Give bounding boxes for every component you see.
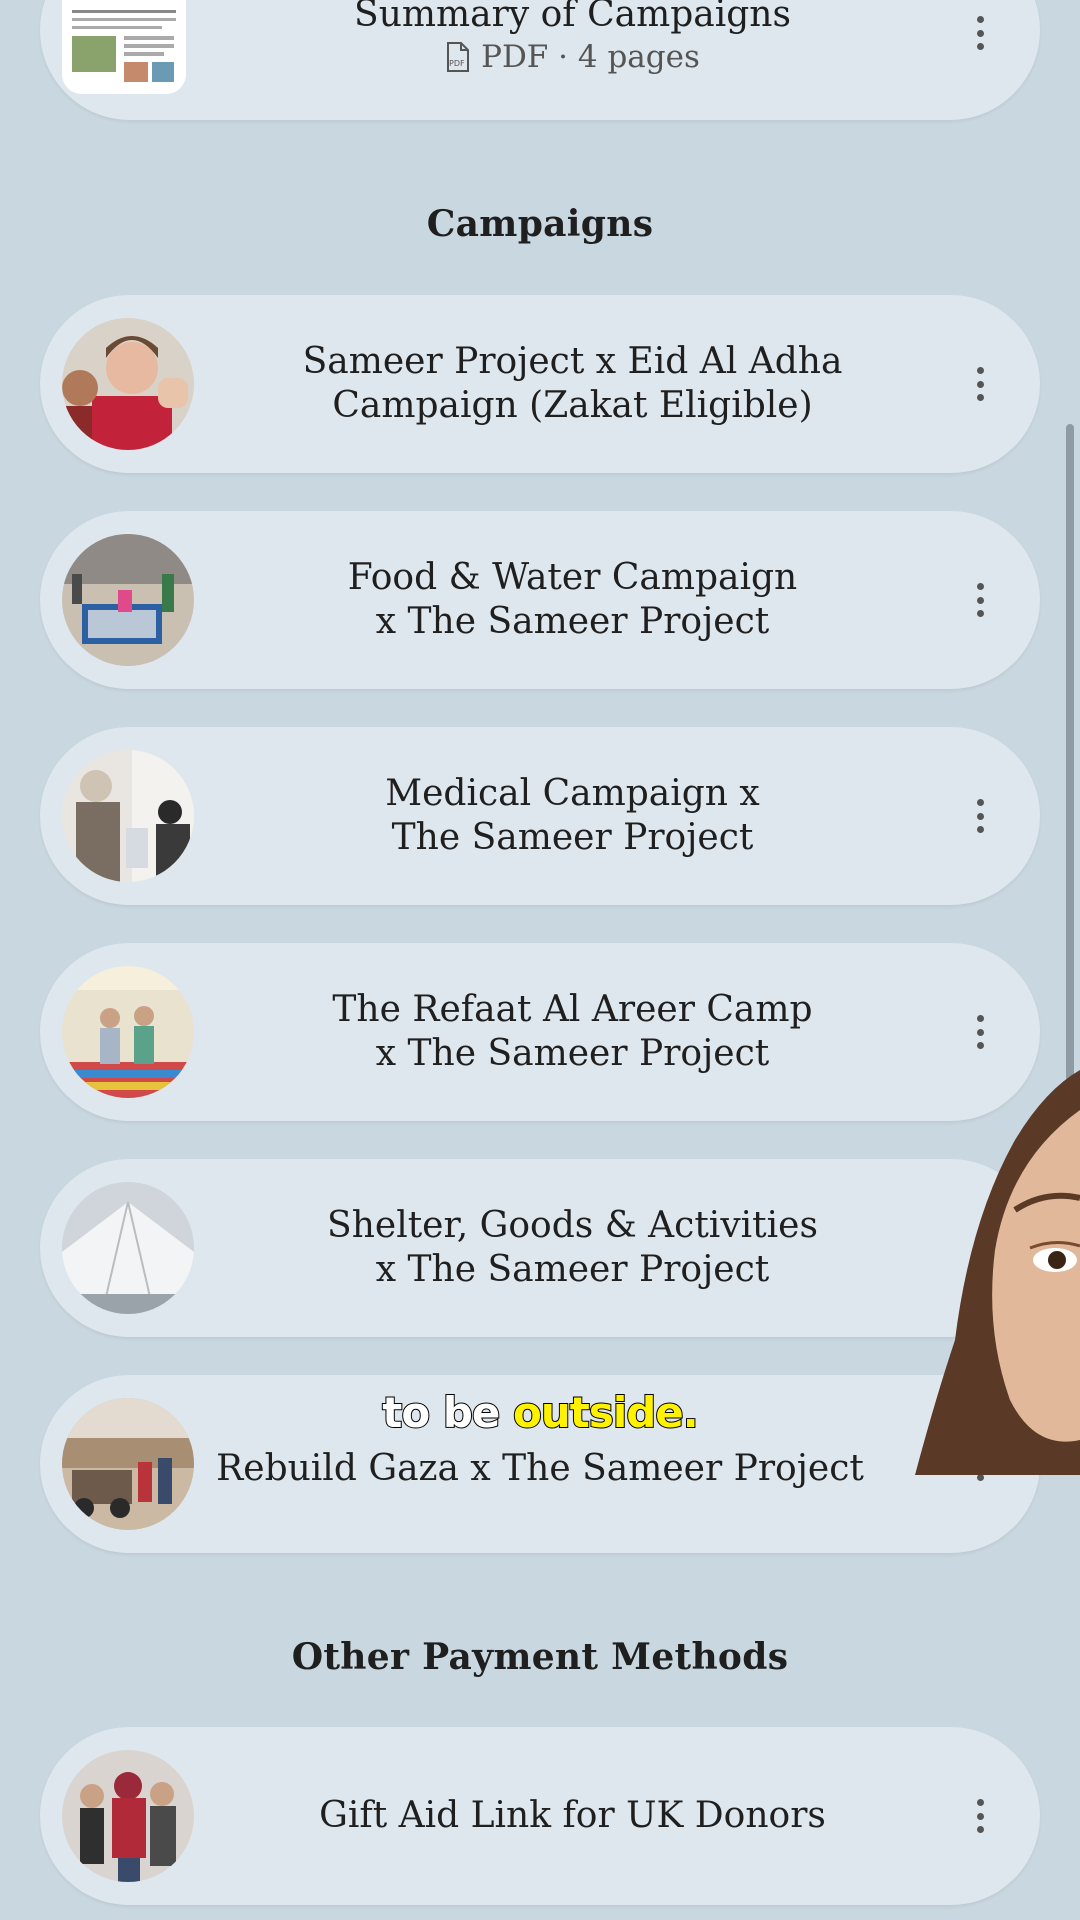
campaign-card[interactable]: The Refaat Al Areer Camp x The Sameer Pr… <box>40 943 1040 1121</box>
more-options-icon[interactable] <box>976 1799 984 1833</box>
pdf-card-meta: PDF PDF · 4 pages <box>445 36 700 78</box>
campaign-title: The Refaat Al Areer Camp x The Sameer Pr… <box>332 989 813 1074</box>
svg-text:PDF: PDF <box>449 59 465 68</box>
campaign-thumbnail <box>62 318 194 450</box>
campaign-title: Medical Campaign x The Sameer Project <box>385 773 760 858</box>
gift-aid-link-card[interactable]: Gift Aid Link for UK Donors <box>40 1727 1040 1905</box>
campaign-card[interactable]: Sameer Project x Eid Al Adha Campaign (Z… <box>40 295 1040 473</box>
caption-highlight-word: outside. <box>512 1387 700 1438</box>
more-options-icon[interactable] <box>976 367 984 401</box>
campaign-thumbnail <box>62 1182 194 1314</box>
more-options-icon[interactable] <box>976 16 984 50</box>
more-options-icon[interactable] <box>976 1015 984 1049</box>
other-payment-methods-heading: Other Payment Methods <box>291 1636 789 1678</box>
campaign-card[interactable]: Food & Water Campaign x The Sameer Proje… <box>40 511 1040 689</box>
video-caption: to be outside. <box>0 1387 1080 1438</box>
campaigns-heading: Campaigns <box>426 203 654 245</box>
campaign-card[interactable]: Shelter, Goods & Activities x The Sameer… <box>40 1159 1040 1337</box>
campaign-thumbnail <box>62 966 194 1098</box>
scrollbar-thumb[interactable] <box>1066 424 1074 1114</box>
gift-aid-title: Gift Aid Link for UK Donors <box>319 1795 826 1836</box>
pdf-card-title: Summary of Campaigns <box>354 0 791 35</box>
more-options-icon[interactable] <box>976 799 984 833</box>
campaign-title: Sameer Project x Eid Al Adha Campaign (Z… <box>302 341 843 426</box>
campaign-title: Shelter, Goods & Activities x The Sameer… <box>327 1205 818 1290</box>
campaign-thumbnail <box>62 534 194 666</box>
gift-aid-thumbnail <box>62 1750 194 1882</box>
campaign-thumbnail <box>62 750 194 882</box>
caption-word: to be <box>381 1387 501 1438</box>
campaign-card[interactable]: Medical Campaign x The Sameer Project <box>40 727 1040 905</box>
campaign-title: Food & Water Campaign x The Sameer Proje… <box>347 557 798 642</box>
more-options-icon[interactable] <box>976 583 984 617</box>
pdf-card-text: Summary of Campaigns PDF PDF · 4 pages <box>215 0 930 78</box>
pdf-thumbnail <box>62 0 186 94</box>
pdf-summary-card[interactable]: Summary of Campaigns PDF PDF · 4 pages <box>40 0 1040 120</box>
pdf-file-icon: PDF <box>447 42 470 72</box>
